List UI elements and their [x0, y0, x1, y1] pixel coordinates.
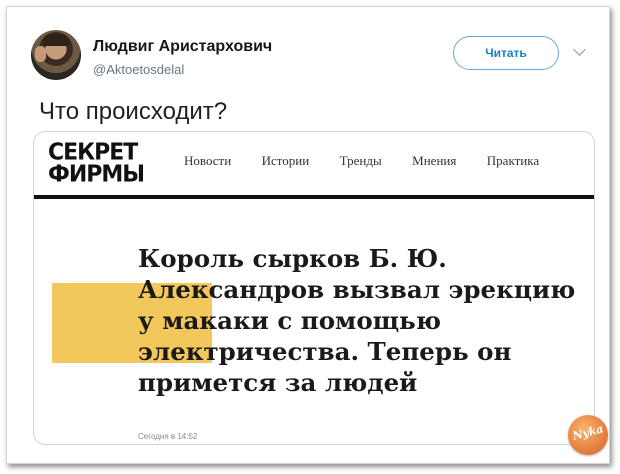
- nav-item-news: Новости: [184, 153, 232, 168]
- nav-item-trends: Тренды: [339, 153, 382, 168]
- nav-item-stories: Истории: [261, 153, 310, 168]
- avatar-hand: [35, 46, 46, 62]
- watermark-text: Nyka: [571, 422, 605, 443]
- user-handle[interactable]: @Aktoetosdelal: [93, 62, 184, 77]
- nav-item-practice: Практика: [486, 153, 540, 168]
- headline-line-5: примется за людей: [138, 368, 418, 397]
- site-logo: СЕКРЕТ ФИРМЫ: [48, 141, 148, 188]
- embedded-screenshot[interactable]: СЕКРЕТ ФИРМЫ Новости Истории Тренды Мнен…: [33, 131, 595, 445]
- tweet-text: Что происходит?: [39, 98, 228, 125]
- display-name[interactable]: Людвиг Аристархович: [93, 38, 272, 56]
- logo-line-2: ФИРМЫ: [48, 161, 145, 188]
- avatar-hat: [43, 34, 69, 46]
- watermark-badge: Nyka: [568, 415, 608, 455]
- headline-line-2: Александров вызвал эрекцию: [138, 275, 576, 304]
- chevron-down-icon[interactable]: [573, 43, 586, 56]
- avatar[interactable]: [31, 30, 81, 80]
- article-date: Сегодня в 14:52: [138, 432, 198, 441]
- header-divider: [34, 195, 594, 199]
- tweet-frame: Людвиг Аристархович @Aktoetosdelal Читат…: [6, 6, 610, 464]
- headline-line-4: электричества. Теперь он: [138, 337, 512, 366]
- site-nav: Новости Истории Тренды Мнения Практика: [184, 152, 565, 170]
- headline-line-1: Король сырков Б. Ю.: [138, 244, 447, 273]
- nav-item-opinions: Мнения: [412, 153, 457, 168]
- headline-line-3: у макаки с помощью: [138, 306, 441, 335]
- article-headline: Король сырков Б. Ю. Александров вызвал э…: [138, 243, 588, 398]
- follow-button[interactable]: Читать: [453, 36, 559, 70]
